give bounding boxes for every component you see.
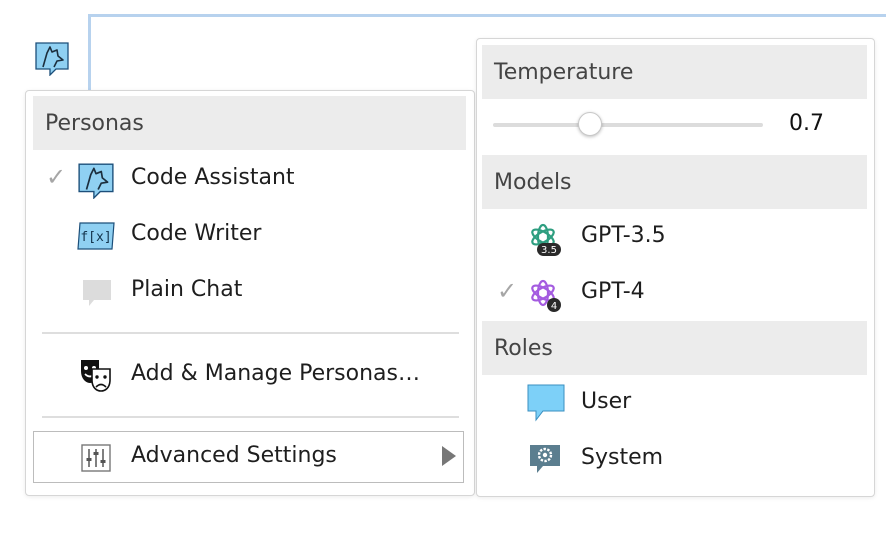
svg-text:4: 4: [551, 301, 557, 312]
svg-text:f[x]: f[x]: [80, 230, 111, 245]
checkmark-icon: ✓: [46, 163, 67, 191]
model-item-gpt-3-5[interactable]: 3.5 GPT-3.5: [477, 211, 874, 263]
model-item-gpt-4[interactable]: ✓ 4 GPT-4: [477, 267, 874, 319]
chat-bubble-icon: [527, 384, 565, 422]
persona-item-code-assistant[interactable]: ✓ Code Assistant: [26, 153, 474, 205]
model-label: GPT-4: [581, 279, 645, 304]
role-item-system[interactable]: System: [477, 433, 874, 485]
roles-header: Roles: [482, 321, 867, 375]
role-label: User: [581, 389, 632, 414]
role-label: System: [581, 445, 664, 470]
persona-label: Plain Chat: [131, 277, 243, 302]
model-label: GPT-3.5: [581, 223, 666, 248]
openai-logo-icon: 4: [531, 279, 561, 312]
submenu-arrow-icon: [442, 446, 456, 466]
advanced-settings-item[interactable]: Advanced Settings: [33, 431, 464, 483]
openai-logo-icon: 3.5: [531, 223, 561, 256]
persona-label: Code Assistant: [131, 165, 295, 190]
persona-label: Code Writer: [131, 221, 262, 246]
advanced-settings-label: Advanced Settings: [131, 443, 337, 468]
fox-persona-icon[interactable]: [34, 40, 70, 76]
personas-header: Personas: [33, 96, 466, 150]
gear-icon: [530, 445, 560, 473]
fox-persona-icon: [78, 163, 114, 199]
manage-personas-label: Add & Manage Personas…: [131, 361, 420, 386]
persona-item-plain-chat[interactable]: Plain Chat: [26, 265, 474, 317]
advanced-settings-submenu: Temperature 0.7 Models 3.5 GPT-3.5 ✓ 4 G…: [476, 38, 875, 497]
personas-menu: Personas ✓ Code Assistant f[x] Code Writ…: [25, 90, 475, 496]
theater-masks-icon: [81, 360, 111, 392]
svg-text:3.5: 3.5: [541, 245, 557, 256]
models-header: Models: [482, 155, 867, 209]
menu-divider: [42, 332, 459, 334]
manage-personas-item[interactable]: Add & Manage Personas…: [26, 349, 474, 401]
persona-item-code-writer[interactable]: f[x] Code Writer: [26, 209, 474, 261]
chat-bubble-icon: [83, 280, 111, 306]
sliders-icon: [81, 444, 111, 472]
temperature-header: Temperature: [482, 45, 867, 99]
temperature-value: 0.7: [789, 111, 824, 136]
function-fx-icon: f[x]: [77, 222, 115, 250]
temperature-slider-thumb[interactable]: [578, 112, 603, 136]
menu-divider: [42, 416, 459, 418]
checkmark-icon: ✓: [497, 277, 518, 305]
role-item-user[interactable]: User: [477, 377, 874, 429]
temperature-slider-track[interactable]: [493, 123, 763, 127]
